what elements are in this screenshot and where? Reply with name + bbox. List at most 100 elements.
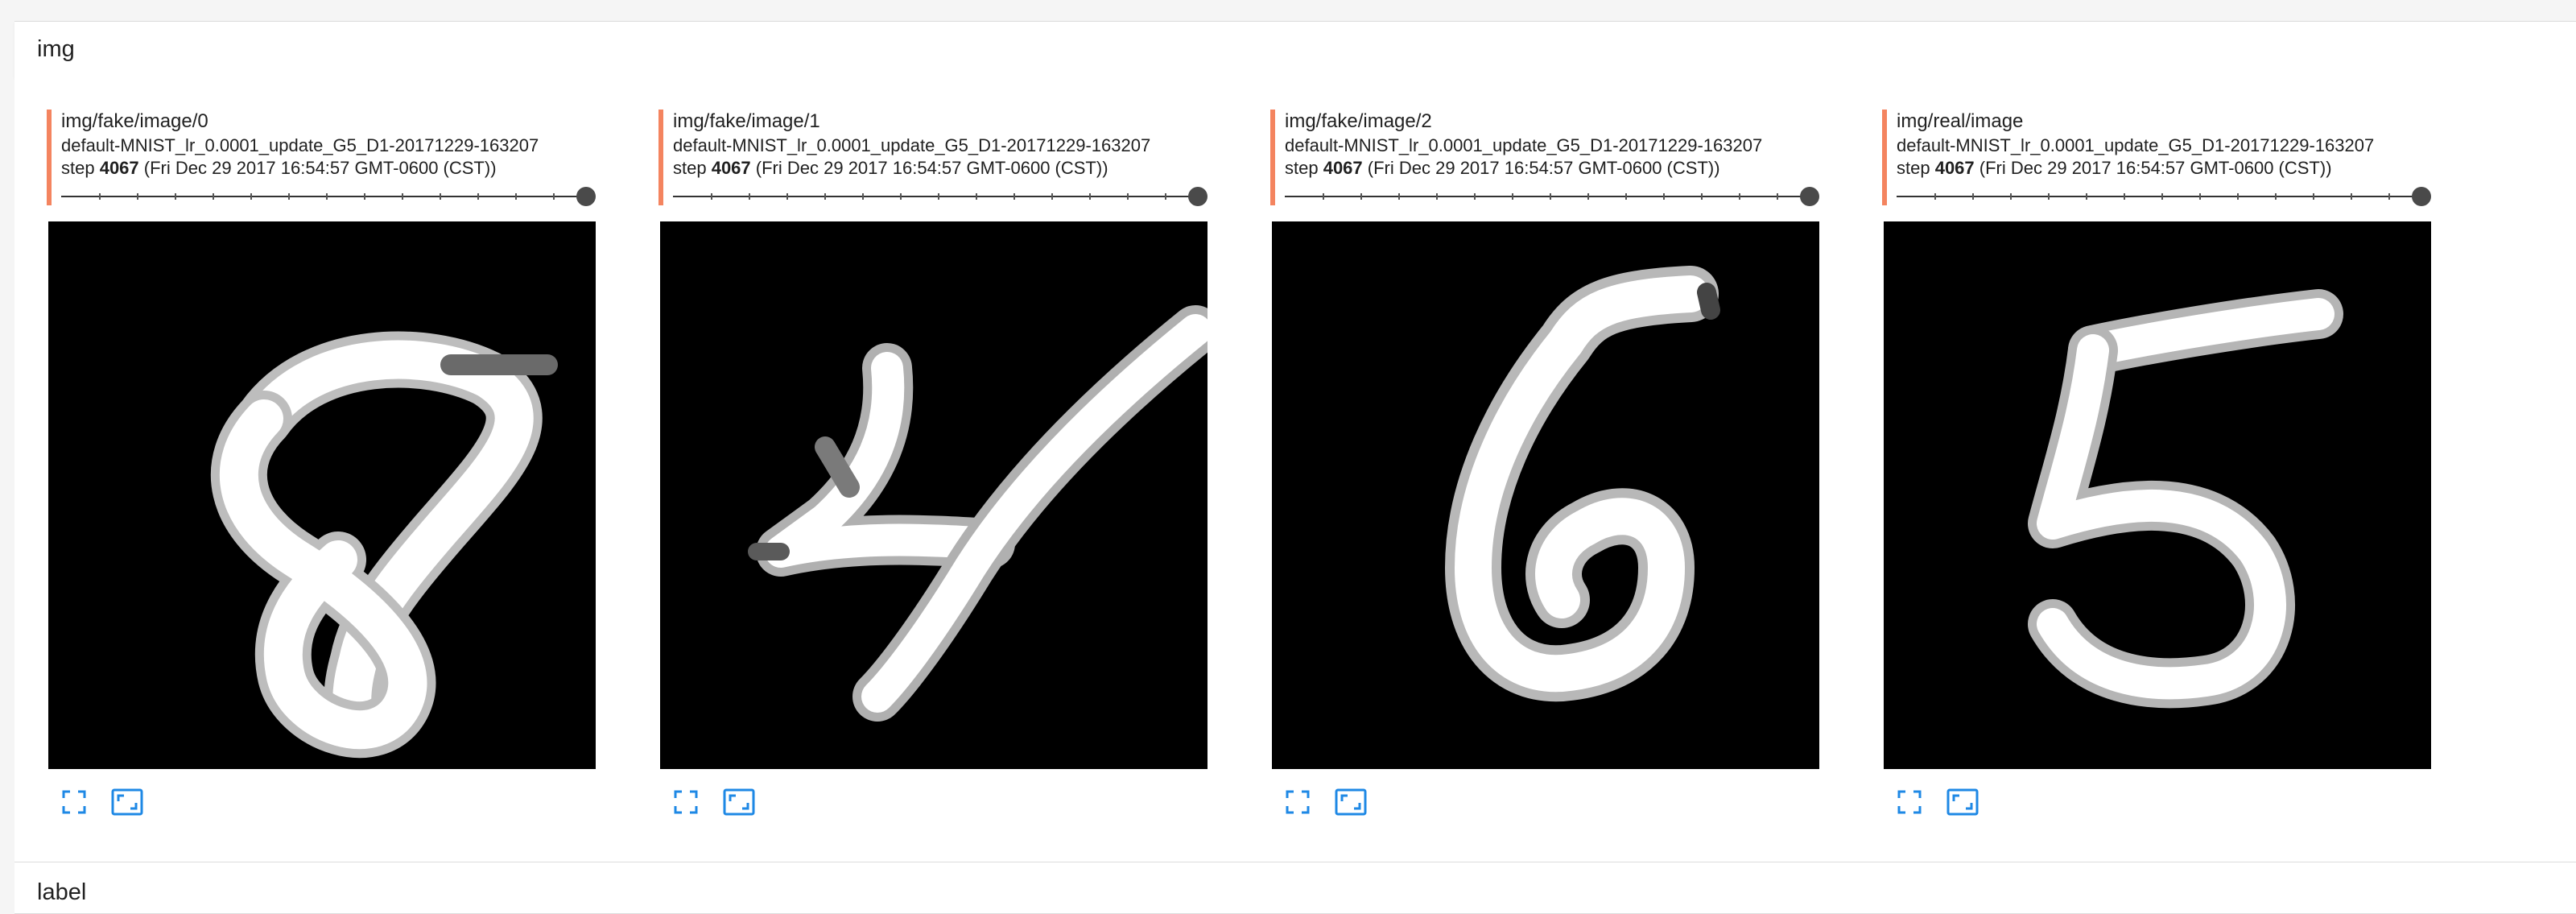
slider-tick xyxy=(288,193,290,200)
step-prefix: step xyxy=(1897,158,1935,178)
slider-knob[interactable] xyxy=(2412,187,2431,206)
fullscreen-icon[interactable] xyxy=(1280,784,1315,820)
slider-tick xyxy=(440,193,441,200)
step-prefix: step xyxy=(61,158,100,178)
slider-knob[interactable] xyxy=(1188,187,1208,206)
digit-image xyxy=(660,221,1208,769)
slider-tick xyxy=(175,193,176,200)
slider-tick xyxy=(938,193,939,200)
digit-5-image xyxy=(2028,289,2343,709)
slider-tick xyxy=(99,193,101,200)
step-slider[interactable] xyxy=(673,187,1208,206)
step-timestamp: (Fri Dec 29 2017 16:54:57 GMT-0600 (CST)… xyxy=(755,158,1108,178)
image-tag: img/fake/image/2 xyxy=(1285,110,1432,132)
slider-tick xyxy=(1051,193,1053,200)
slider-tick xyxy=(786,193,788,200)
run-color-bar xyxy=(1882,110,1887,205)
slider-tick xyxy=(2199,193,2201,200)
slider-tick xyxy=(2161,193,2163,200)
section-header-label[interactable]: label xyxy=(14,862,2576,914)
image-card: img/fake/image/1 default-MNIST_lr_0.0001… xyxy=(658,110,1240,834)
slider-tick xyxy=(213,193,214,200)
image-tag: img/fake/image/0 xyxy=(61,110,208,132)
slider-tick xyxy=(1360,193,1362,200)
section-header-img[interactable]: img xyxy=(14,21,2576,77)
slider-tick xyxy=(1972,193,1974,200)
digit-image xyxy=(48,221,596,769)
slider-tick xyxy=(900,193,902,200)
digit-image xyxy=(1884,221,2431,769)
slider-track xyxy=(1285,196,1810,197)
slider-tick xyxy=(711,193,712,200)
slider-tick xyxy=(515,193,517,200)
digit-6-image xyxy=(1445,266,1720,702)
slider-tick xyxy=(2010,193,2012,200)
step-slider[interactable] xyxy=(1897,187,2431,206)
slider-tick xyxy=(1436,193,1438,200)
fullscreen-icon[interactable] xyxy=(668,784,704,820)
step-number: 4067 xyxy=(1934,158,1975,178)
step-number: 4067 xyxy=(711,158,751,178)
slider-tick xyxy=(1625,193,1627,200)
slider-tick xyxy=(1323,193,1324,200)
digit-image xyxy=(1272,221,1819,769)
slider-tick xyxy=(1398,193,1400,200)
section-title: img xyxy=(37,36,75,62)
step-slider[interactable] xyxy=(61,187,596,206)
slider-tick xyxy=(1474,193,1476,200)
slider-knob[interactable] xyxy=(1800,187,1819,206)
digit-8-image xyxy=(210,331,558,759)
slider-track xyxy=(61,196,586,197)
image-card: img/fake/image/0 default-MNIST_lr_0.0001… xyxy=(47,110,628,834)
slider-tick xyxy=(1777,193,1778,200)
image-tag: img/real/image xyxy=(1897,110,2024,132)
card-info: img/fake/image/2 default-MNIST_lr_0.0001… xyxy=(1270,110,1819,206)
image-tag: img/fake/image/1 xyxy=(673,110,820,132)
step-number: 4067 xyxy=(99,158,139,178)
slider-tick xyxy=(1089,193,1091,200)
slider-tick xyxy=(2048,193,2050,200)
run-color-bar xyxy=(658,110,663,205)
actual-size-icon[interactable] xyxy=(109,784,145,820)
digit-4-image xyxy=(748,305,1208,722)
slider-tick xyxy=(250,193,252,200)
slider-tick xyxy=(553,193,555,200)
run-name: default-MNIST_lr_0.0001_update_G5_D1-201… xyxy=(1897,135,2375,155)
image-card: img/real/image default-MNIST_lr_0.0001_u… xyxy=(1882,110,2463,834)
slider-tick xyxy=(1701,193,1703,200)
slider-track xyxy=(1897,196,2421,197)
actual-size-icon[interactable] xyxy=(1945,784,1980,820)
slider-tick xyxy=(2388,193,2390,200)
step-timestamp: (Fri Dec 29 2017 16:54:57 GMT-0600 (CST)… xyxy=(1367,158,1720,178)
section-title: label xyxy=(37,879,87,905)
run-color-bar xyxy=(47,110,52,205)
step-info: step 4067 (Fri Dec 29 2017 16:54:57 GMT-… xyxy=(1285,158,1720,179)
run-name: default-MNIST_lr_0.0001_update_G5_D1-201… xyxy=(673,135,1151,155)
step-prefix: step xyxy=(1285,158,1323,178)
fullscreen-icon[interactable] xyxy=(1892,784,1927,820)
fullscreen-icon[interactable] xyxy=(56,784,92,820)
step-prefix: step xyxy=(673,158,712,178)
card-info: img/real/image default-MNIST_lr_0.0001_u… xyxy=(1882,110,2431,206)
card-info: img/fake/image/0 default-MNIST_lr_0.0001… xyxy=(47,110,596,206)
step-info: step 4067 (Fri Dec 29 2017 16:54:57 GMT-… xyxy=(673,158,1108,179)
slider-tick xyxy=(824,193,826,200)
run-color-bar xyxy=(1270,110,1275,205)
slider-tick xyxy=(2086,193,2087,200)
slider-knob[interactable] xyxy=(576,187,596,206)
step-number: 4067 xyxy=(1323,158,1363,178)
actual-size-icon[interactable] xyxy=(1333,784,1368,820)
image-card: img/fake/image/2 default-MNIST_lr_0.0001… xyxy=(1270,110,1852,834)
slider-tick xyxy=(137,193,138,200)
step-slider[interactable] xyxy=(1285,187,1819,206)
slider-tick xyxy=(749,193,750,200)
actual-size-icon[interactable] xyxy=(721,784,757,820)
slider-tick xyxy=(1013,193,1015,200)
slider-tick xyxy=(1934,193,1936,200)
slider-tick xyxy=(1165,193,1166,200)
slider-tick xyxy=(976,193,977,200)
step-info: step 4067 (Fri Dec 29 2017 16:54:57 GMT-… xyxy=(1897,158,2332,179)
slider-tick xyxy=(1663,193,1665,200)
slider-tick xyxy=(1512,193,1513,200)
slider-track xyxy=(673,196,1198,197)
